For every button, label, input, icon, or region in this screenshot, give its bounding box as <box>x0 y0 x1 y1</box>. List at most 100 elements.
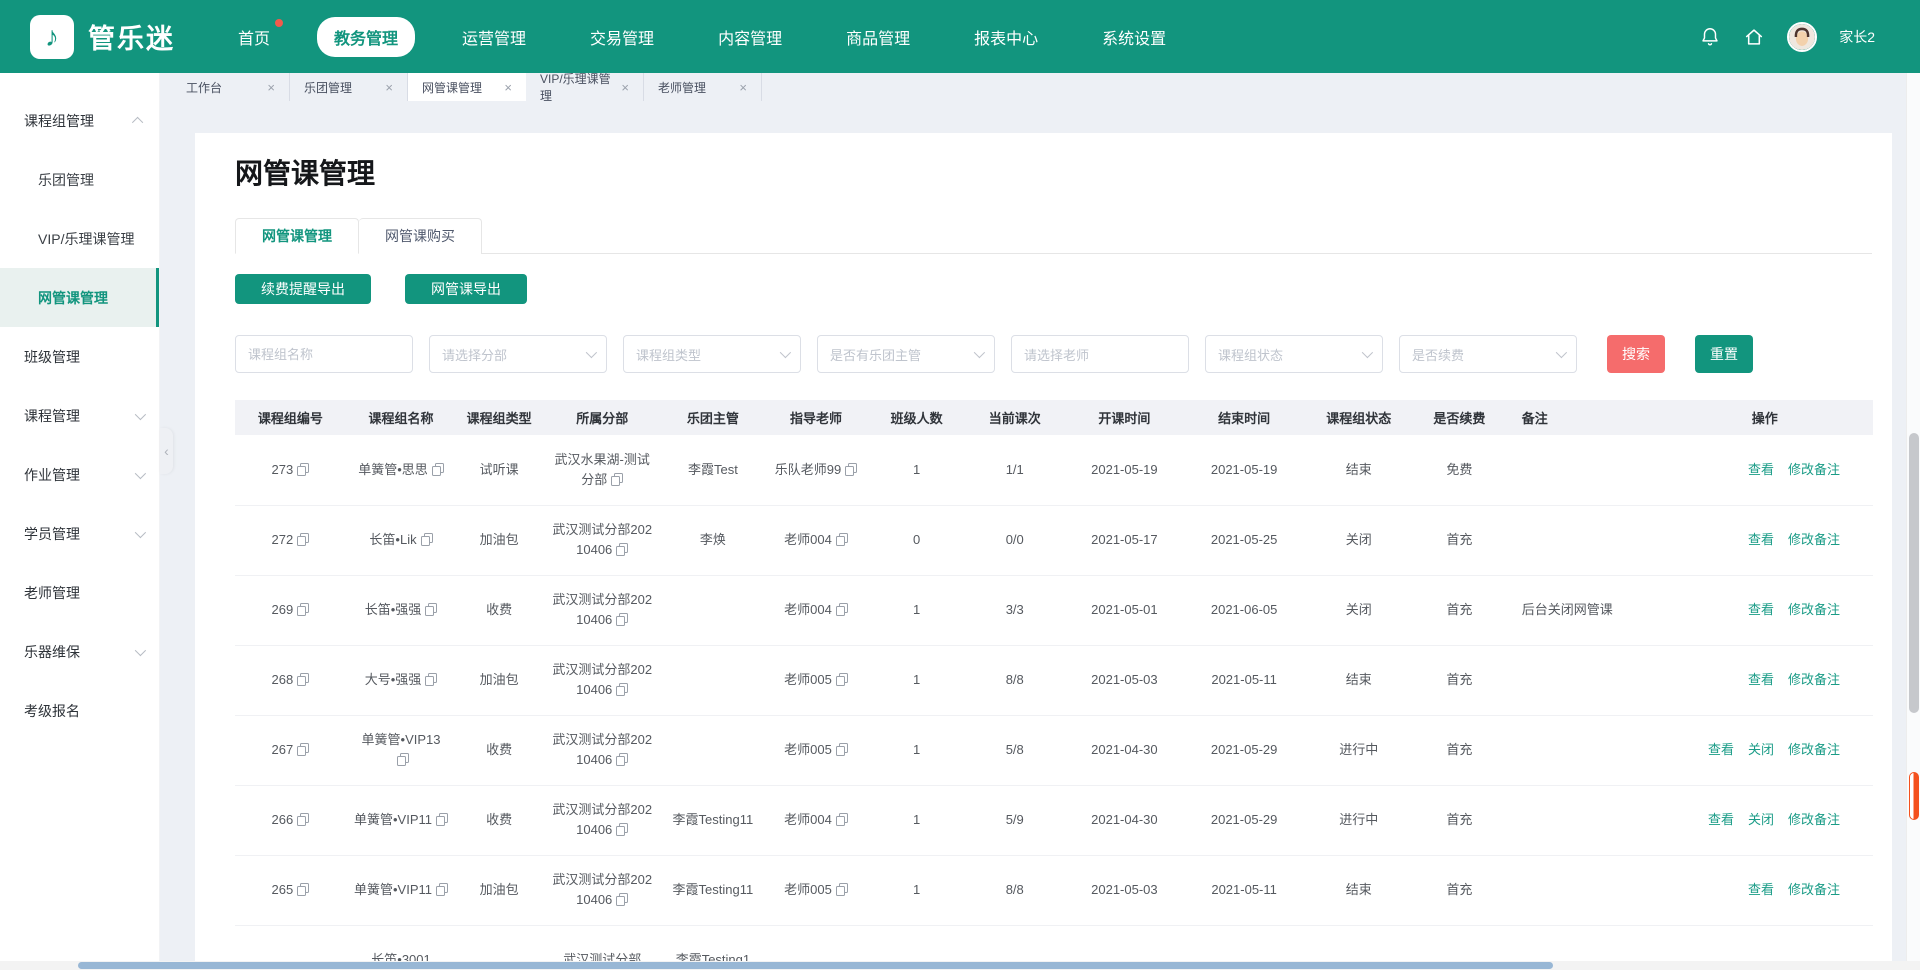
copy-icon[interactable] <box>297 463 309 476</box>
sidebar-collapse-handle[interactable]: ‹ <box>160 428 173 474</box>
copy-icon[interactable] <box>836 883 848 896</box>
copy-icon[interactable] <box>616 613 628 626</box>
vertical-scrollbar-thumb[interactable] <box>1909 433 1919 713</box>
edit-remark-link[interactable]: 修改备注 <box>1788 602 1840 617</box>
nav-item-5[interactable]: 内容管理 <box>701 17 799 57</box>
copy-icon[interactable] <box>611 473 623 486</box>
edit-remark-link[interactable]: 修改备注 <box>1788 462 1840 477</box>
nav-item-7[interactable]: 报表中心 <box>957 17 1055 57</box>
workspace-tab-1[interactable]: 工作台× <box>172 73 290 101</box>
copy-icon[interactable] <box>297 883 309 896</box>
search-button[interactable]: 搜索 <box>1607 335 1665 373</box>
cell-text: 1/1 <box>1006 462 1024 477</box>
vertical-scrollbar-marker[interactable] <box>1909 772 1919 820</box>
sidebar-item-7[interactable]: 作业管理 <box>0 445 159 504</box>
close-link[interactable]: 关闭 <box>1748 812 1774 827</box>
copy-icon[interactable] <box>836 533 848 546</box>
copy-icon[interactable] <box>436 813 448 826</box>
nav-item-2[interactable]: 教务管理 <box>317 17 415 57</box>
filter-input-1[interactable] <box>235 335 413 373</box>
nav-item-8[interactable]: 系统设置 <box>1085 17 1183 57</box>
copy-icon[interactable] <box>297 603 309 616</box>
filter-select-3[interactable]: 课程组类型 <box>623 335 801 373</box>
copy-icon[interactable] <box>836 603 848 616</box>
view-link[interactable]: 查看 <box>1748 462 1774 477</box>
close-icon[interactable]: × <box>385 81 393 94</box>
reset-button[interactable]: 重置 <box>1695 335 1753 373</box>
page-tab-2[interactable]: 网管课购买 <box>359 218 482 254</box>
horizontal-scrollbar[interactable] <box>0 961 1920 970</box>
copy-icon[interactable] <box>616 753 628 766</box>
copy-icon[interactable] <box>421 533 433 546</box>
horizontal-scrollbar-thumb[interactable] <box>78 962 1553 969</box>
user-name[interactable]: 家长2 <box>1839 27 1875 47</box>
workspace-tab-2[interactable]: 乐团管理× <box>290 73 408 101</box>
copy-icon[interactable] <box>836 813 848 826</box>
sidebar-item-1[interactable]: 课程组管理 <box>0 91 159 150</box>
copy-icon[interactable] <box>845 463 857 476</box>
close-link[interactable]: 关闭 <box>1748 742 1774 757</box>
filter-select-4[interactable]: 是否有乐团主管 <box>817 335 995 373</box>
copy-icon[interactable] <box>616 683 628 696</box>
column-header: 开课时间 <box>1065 400 1184 435</box>
view-link[interactable]: 查看 <box>1748 672 1774 687</box>
workspace-tab-4[interactable]: VIP/乐理课管理× <box>526 73 644 101</box>
close-icon[interactable]: × <box>504 81 512 94</box>
copy-icon[interactable] <box>616 543 628 556</box>
nav-item-4[interactable]: 交易管理 <box>573 17 671 57</box>
close-icon[interactable]: × <box>621 81 629 94</box>
workspace-tab-3[interactable]: 网管课管理× <box>408 73 526 101</box>
filter-select-5[interactable]: 请选择老师 <box>1011 335 1189 373</box>
sidebar-item-10[interactable]: 乐器维保 <box>0 622 159 681</box>
notification-bell-icon[interactable] <box>1699 26 1721 48</box>
sidebar-item-3[interactable]: VIP/乐理课管理 <box>0 209 159 268</box>
copy-icon[interactable] <box>616 823 628 836</box>
close-icon[interactable]: × <box>267 81 275 94</box>
view-link[interactable]: 查看 <box>1748 882 1774 897</box>
sidebar-item-11[interactable]: 考级报名 <box>0 681 159 740</box>
nav-item-3[interactable]: 运营管理 <box>445 17 543 57</box>
sidebar-item-2[interactable]: 乐团管理 <box>0 150 159 209</box>
edit-remark-link[interactable]: 修改备注 <box>1788 812 1840 827</box>
view-link[interactable]: 查看 <box>1748 602 1774 617</box>
page-tab-1[interactable]: 网管课管理 <box>235 218 359 254</box>
view-link[interactable]: 查看 <box>1708 812 1734 827</box>
edit-remark-link[interactable]: 修改备注 <box>1788 672 1840 687</box>
nav-item-6[interactable]: 商品管理 <box>829 17 927 57</box>
copy-icon[interactable] <box>836 673 848 686</box>
sidebar-item-4[interactable]: 网管课管理 <box>0 268 159 327</box>
sidebar-item-8[interactable]: 学员管理 <box>0 504 159 563</box>
copy-icon[interactable] <box>297 743 309 756</box>
copy-icon[interactable] <box>432 463 444 476</box>
copy-icon[interactable] <box>425 603 437 616</box>
view-link[interactable]: 查看 <box>1748 532 1774 547</box>
filter-select-6[interactable]: 课程组状态 <box>1205 335 1383 373</box>
cell-teacher: 老师004 <box>763 785 869 855</box>
home-icon[interactable] <box>1743 26 1765 48</box>
edit-remark-link[interactable]: 修改备注 <box>1788 532 1840 547</box>
filter-select-7[interactable]: 是否续费 <box>1399 335 1577 373</box>
copy-icon[interactable] <box>436 883 448 896</box>
edit-remark-link[interactable]: 修改备注 <box>1788 882 1840 897</box>
close-icon[interactable]: × <box>739 81 747 94</box>
sidebar-item-6[interactable]: 课程管理 <box>0 386 159 445</box>
filter-select-2[interactable]: 请选择分部 <box>429 335 607 373</box>
copy-icon[interactable] <box>425 673 437 686</box>
course-export-button[interactable]: 网管课导出 <box>405 274 527 304</box>
copy-icon[interactable] <box>297 813 309 826</box>
avatar[interactable] <box>1787 22 1817 52</box>
edit-remark-link[interactable]: 修改备注 <box>1788 742 1840 757</box>
sidebar-item-9[interactable]: 老师管理 <box>0 563 159 622</box>
vertical-scrollbar[interactable] <box>1906 73 1920 961</box>
renew-reminder-export-button[interactable]: 续费提醒导出 <box>235 274 371 304</box>
brand-logo[interactable]: ♪ <box>30 15 74 59</box>
copy-icon[interactable] <box>297 533 309 546</box>
view-link[interactable]: 查看 <box>1708 742 1734 757</box>
nav-item-1[interactable]: 首页 <box>221 17 287 57</box>
copy-icon[interactable] <box>616 893 628 906</box>
copy-icon[interactable] <box>836 743 848 756</box>
workspace-tab-5[interactable]: 老师管理× <box>644 73 762 101</box>
copy-icon[interactable] <box>397 753 409 766</box>
sidebar-item-5[interactable]: 班级管理 <box>0 327 159 386</box>
copy-icon[interactable] <box>297 673 309 686</box>
